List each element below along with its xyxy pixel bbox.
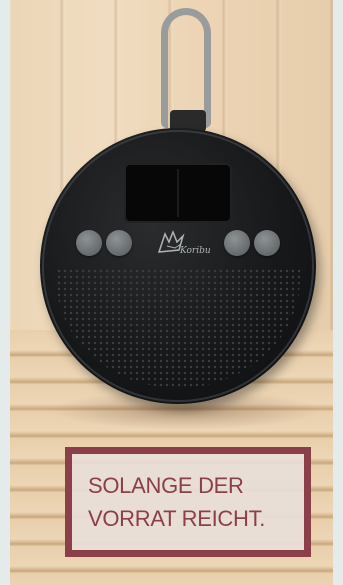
availability-notice: SOLANGE DER VORRAT REICHT. [65, 447, 311, 557]
next-track-icon [224, 230, 250, 256]
brand-label: Koribu [180, 246, 211, 256]
volume-down-icon [106, 230, 132, 256]
product-photo: Koribu SOLANGE DER VORRAT REICHT. [10, 0, 333, 585]
shower-speaker: Koribu [40, 128, 316, 404]
speaker-display [124, 163, 232, 223]
volume-up-icon [254, 230, 280, 256]
notice-line-2: VORRAT REICHT. [88, 506, 266, 531]
play-pause-icon [76, 230, 102, 256]
notice-line-1: SOLANGE DER [88, 473, 244, 498]
page-frame: Koribu SOLANGE DER VORRAT REICHT. [0, 0, 343, 585]
